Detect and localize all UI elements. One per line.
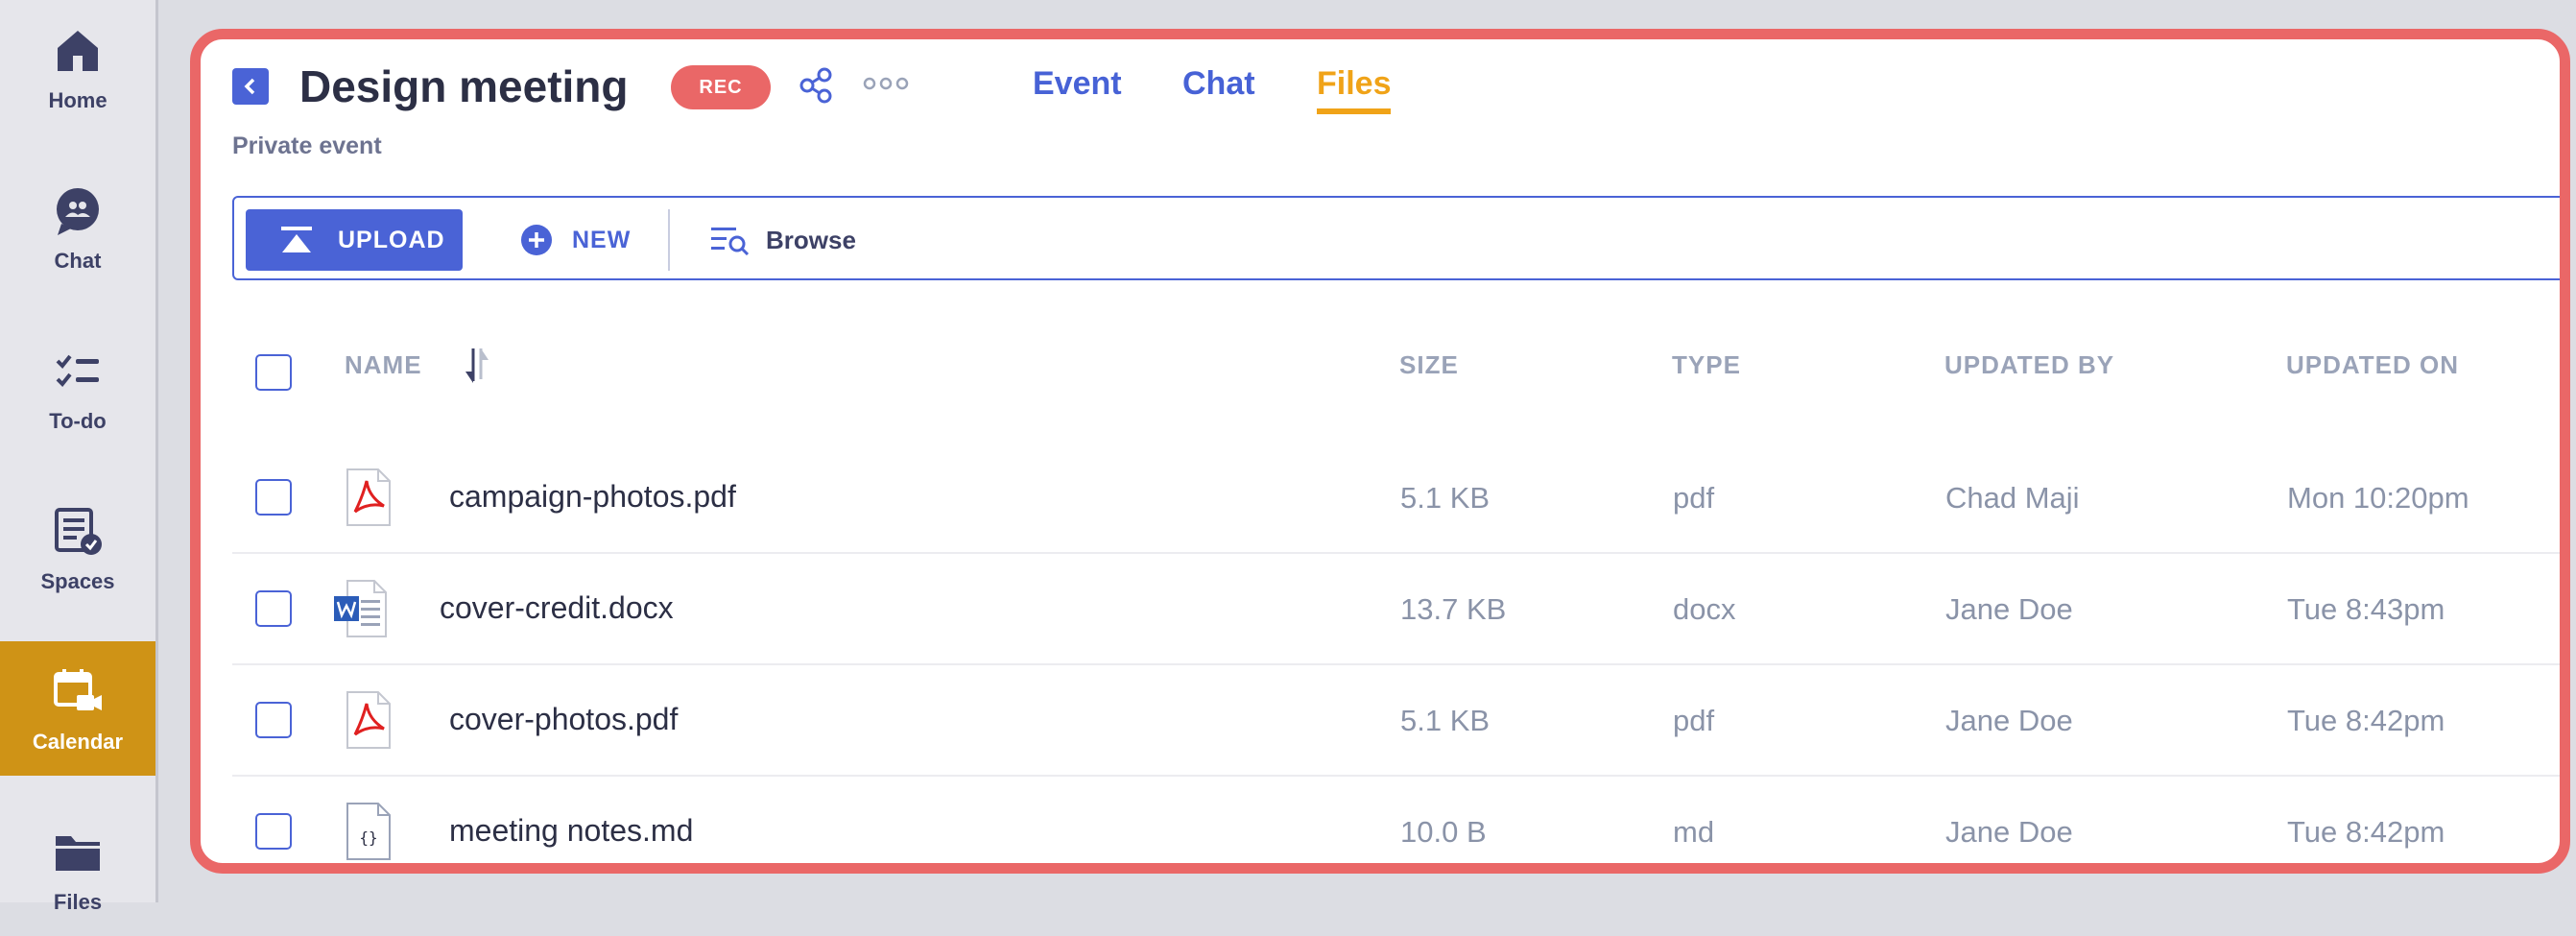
nav-item-home[interactable]: Home: [0, 0, 155, 134]
event-privacy-label: Private event: [232, 132, 382, 159]
new-label: NEW: [572, 226, 632, 253]
nav-item-label: Spaces: [40, 569, 115, 593]
tab-files[interactable]: Files: [1317, 60, 1392, 114]
browse-icon: [711, 228, 750, 255]
column-header-type[interactable]: TYPE: [1672, 350, 1741, 380]
file-size: 5.1 KB: [1400, 704, 1491, 737]
updated-by: Jane Doe: [1945, 704, 2073, 737]
table-row[interactable]: campaign-photos.pdf 5.1 KB pdf Chad Maji…: [232, 443, 2560, 554]
file-type: docx: [1673, 592, 1736, 626]
file-type: md: [1673, 815, 1715, 849]
sort-icon[interactable]: [460, 345, 492, 387]
file-size: 10.0 B: [1400, 815, 1487, 849]
rec-badge[interactable]: REC: [671, 65, 771, 109]
file-name[interactable]: meeting notes.md: [449, 813, 693, 849]
chat-icon: [57, 188, 99, 235]
file-type: pdf: [1673, 704, 1715, 737]
nav-item-spaces[interactable]: Spaces: [0, 481, 155, 615]
updated-by: Jane Doe: [1945, 815, 2073, 849]
updated-on: Tue 8:42pm: [2287, 704, 2445, 737]
file-name[interactable]: campaign-photos.pdf: [449, 479, 736, 515]
files-toolbar: UPLOAD NEW Browse: [232, 196, 2560, 280]
column-header-size[interactable]: SIZE: [1399, 350, 1459, 380]
more-options-icon[interactable]: [863, 74, 909, 93]
browse-label: Browse: [766, 225, 856, 254]
folder-icon: [56, 836, 100, 871]
nav-item-label: Files: [53, 890, 103, 914]
word-file-icon: [334, 580, 387, 637]
row-checkbox[interactable]: [255, 813, 292, 850]
row-checkbox[interactable]: [255, 590, 292, 627]
todo-icon: [56, 354, 99, 387]
upload-label: UPLOAD: [338, 226, 445, 253]
back-button[interactable]: [232, 68, 269, 105]
file-name[interactable]: cover-photos.pdf: [449, 702, 678, 737]
nav-item-label: Chat: [54, 249, 102, 273]
nav-item-calendar[interactable]: Calendar: [0, 641, 155, 776]
svg-text:{}: {}: [359, 828, 377, 847]
tab-event[interactable]: Event: [1033, 60, 1122, 107]
upload-icon: [281, 227, 312, 252]
column-header-updated-on[interactable]: UPDATED ON: [2286, 350, 2459, 380]
nav-item-label: Home: [48, 88, 107, 112]
share-icon[interactable]: [798, 66, 836, 105]
plus-circle-icon: [521, 225, 552, 255]
pdf-file-icon: [346, 468, 391, 526]
file-size: 5.1 KB: [1400, 481, 1491, 515]
nav-item-chat[interactable]: Chat: [0, 160, 155, 295]
file-type: pdf: [1673, 481, 1715, 515]
file-size: 13.7 KB: [1400, 592, 1507, 626]
toolbar-divider: [668, 209, 670, 271]
file-name[interactable]: cover-credit.docx: [440, 590, 674, 626]
chevron-left-icon: [244, 78, 255, 95]
select-all-checkbox[interactable]: [255, 354, 292, 391]
updated-on: Mon 10:20pm: [2287, 481, 2469, 515]
page-title: Design meeting: [299, 61, 629, 111]
pdf-file-icon: [346, 691, 391, 749]
column-header-name[interactable]: NAME: [345, 350, 422, 380]
left-nav: Home Chat To-do Spaces Calendar Files: [0, 0, 158, 914]
updated-on: Tue 8:43pm: [2287, 592, 2445, 626]
updated-by: Chad Maji: [1945, 481, 2080, 515]
column-header-updated-by[interactable]: UPDATED BY: [1944, 350, 2114, 380]
new-button[interactable]: NEW: [520, 209, 631, 271]
browse-button[interactable]: Browse: [710, 209, 856, 271]
updated-on: Tue 8:42pm: [2287, 815, 2445, 849]
code-file-icon: {}: [346, 803, 391, 860]
row-checkbox[interactable]: [255, 479, 292, 516]
table-row[interactable]: cover-credit.docx 13.7 KB docx Jane Doe …: [232, 554, 2560, 665]
row-checkbox[interactable]: [255, 702, 292, 738]
tab-chat[interactable]: Chat: [1182, 60, 1255, 107]
nav-item-label: Calendar: [32, 730, 124, 754]
event-panel: Design meeting REC Event Chat Files Priv…: [190, 29, 2570, 874]
nav-item-label: To-do: [49, 409, 107, 433]
home-icon: [58, 31, 98, 71]
calendar-icon: [54, 669, 102, 710]
nav-item-todo[interactable]: To-do: [0, 321, 155, 455]
upload-button[interactable]: UPLOAD: [246, 209, 463, 271]
nav-item-files[interactable]: Files: [0, 802, 155, 936]
spaces-icon: [55, 508, 102, 555]
updated-by: Jane Doe: [1945, 592, 2073, 626]
table-row[interactable]: {} meeting notes.md 10.0 B md Jane Doe T…: [232, 777, 2560, 863]
table-row[interactable]: cover-photos.pdf 5.1 KB pdf Jane Doe Tue…: [232, 665, 2560, 777]
